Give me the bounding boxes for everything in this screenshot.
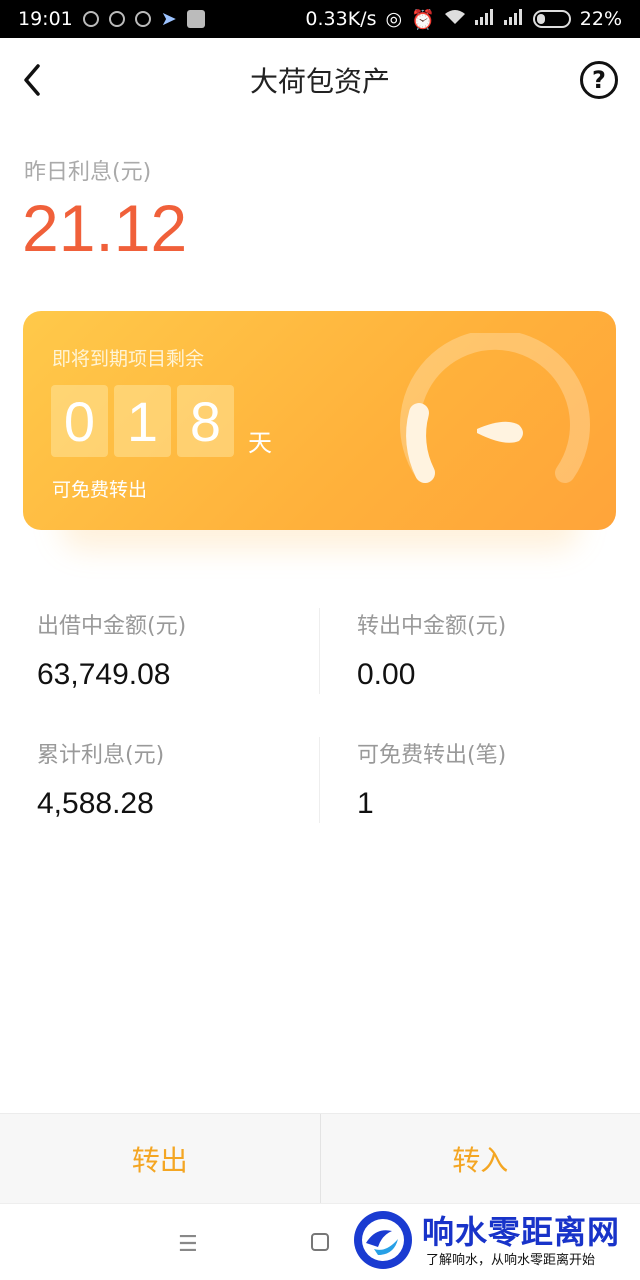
watermark: 响水零距离网 了解响水，从响水零距离开始 xyxy=(348,1205,640,1280)
day-unit: 天 xyxy=(248,429,272,457)
divider xyxy=(319,608,320,694)
transfer-in-button[interactable]: 转入 xyxy=(321,1114,640,1203)
battery-level: 22% xyxy=(579,8,622,30)
menu-icon[interactable]: ☰ xyxy=(178,1232,198,1257)
status-time: 19:01 xyxy=(18,8,73,30)
signal-hd-icon xyxy=(503,8,524,30)
lending-amount-label: 出借中金额(元) xyxy=(37,614,187,639)
days-counter: 0 1 8 xyxy=(51,385,234,457)
back-button[interactable] xyxy=(16,62,52,98)
notification-icon xyxy=(134,11,151,27)
page-title: 大荷包资产 xyxy=(249,65,390,98)
expiry-label: 即将到期项目剩余 xyxy=(52,348,205,370)
signal-icon xyxy=(474,8,495,30)
free-transfer-label: 可免费转出 xyxy=(52,479,148,501)
help-button[interactable]: ? xyxy=(580,61,618,99)
question-icon: ? xyxy=(592,66,606,94)
day-digit: 0 xyxy=(51,385,108,457)
yesterday-interest-label: 昨日利息(元) xyxy=(24,160,152,185)
cumulative-interest-value: 4,588.28 xyxy=(37,787,154,820)
notification-icon xyxy=(82,11,99,27)
yesterday-interest-value: 21.12 xyxy=(22,191,188,265)
watermark-logo xyxy=(354,1211,412,1269)
free-transfers-label: 可免费转出(笔) xyxy=(357,743,507,768)
watermark-subtitle: 了解响水，从响水零距离开始 xyxy=(426,1253,596,1268)
home-icon[interactable] xyxy=(311,1233,329,1251)
transfer-out-button[interactable]: 转出 xyxy=(0,1114,320,1203)
wifi-icon xyxy=(444,8,466,30)
network-speed: 0.33K/s xyxy=(305,8,377,30)
status-bar: 19:01 ➤ 0.33K/s ◎ ⏰ 22% xyxy=(0,0,640,38)
lending-amount: 出借中金额(元) 63,749.08 xyxy=(37,608,317,692)
cumulative-interest: 累计利息(元) 4,588.28 xyxy=(37,737,317,821)
hotspot-icon: ◎ xyxy=(385,8,403,30)
notification-icon xyxy=(108,11,125,27)
transferring-amount-value: 0.00 xyxy=(357,658,416,691)
header: 大荷包资产 ? xyxy=(0,38,640,122)
divider xyxy=(319,737,320,823)
app-screen: 19:01 ➤ 0.33K/s ◎ ⏰ 22% 大荷包资产 ? 昨日利息(元) … xyxy=(0,0,640,1280)
action-bar: 转出 转入 xyxy=(0,1113,640,1203)
app-notification-icon xyxy=(186,10,205,28)
chevron-left-icon xyxy=(24,64,40,96)
expiry-card[interactable]: 即将到期项目剩余 0 1 8 天 可免费转出 xyxy=(23,311,616,530)
bird-icon: ➤ xyxy=(160,8,177,30)
alarm-icon: ⏰ xyxy=(411,8,435,31)
gauge-icon xyxy=(400,333,590,483)
transferring-amount: 转出中金额(元) 0.00 xyxy=(357,608,637,692)
transferring-amount-label: 转出中金额(元) xyxy=(357,614,507,639)
free-transfers: 可免费转出(笔) 1 xyxy=(357,737,637,821)
watermark-title: 响水零距离网 xyxy=(422,1213,621,1251)
lending-amount-value: 63,749.08 xyxy=(37,658,171,691)
free-transfers-value: 1 xyxy=(357,787,374,820)
cumulative-interest-label: 累计利息(元) xyxy=(37,743,165,768)
day-digit: 1 xyxy=(114,385,171,457)
day-digit: 8 xyxy=(177,385,234,457)
battery-icon xyxy=(532,10,571,28)
